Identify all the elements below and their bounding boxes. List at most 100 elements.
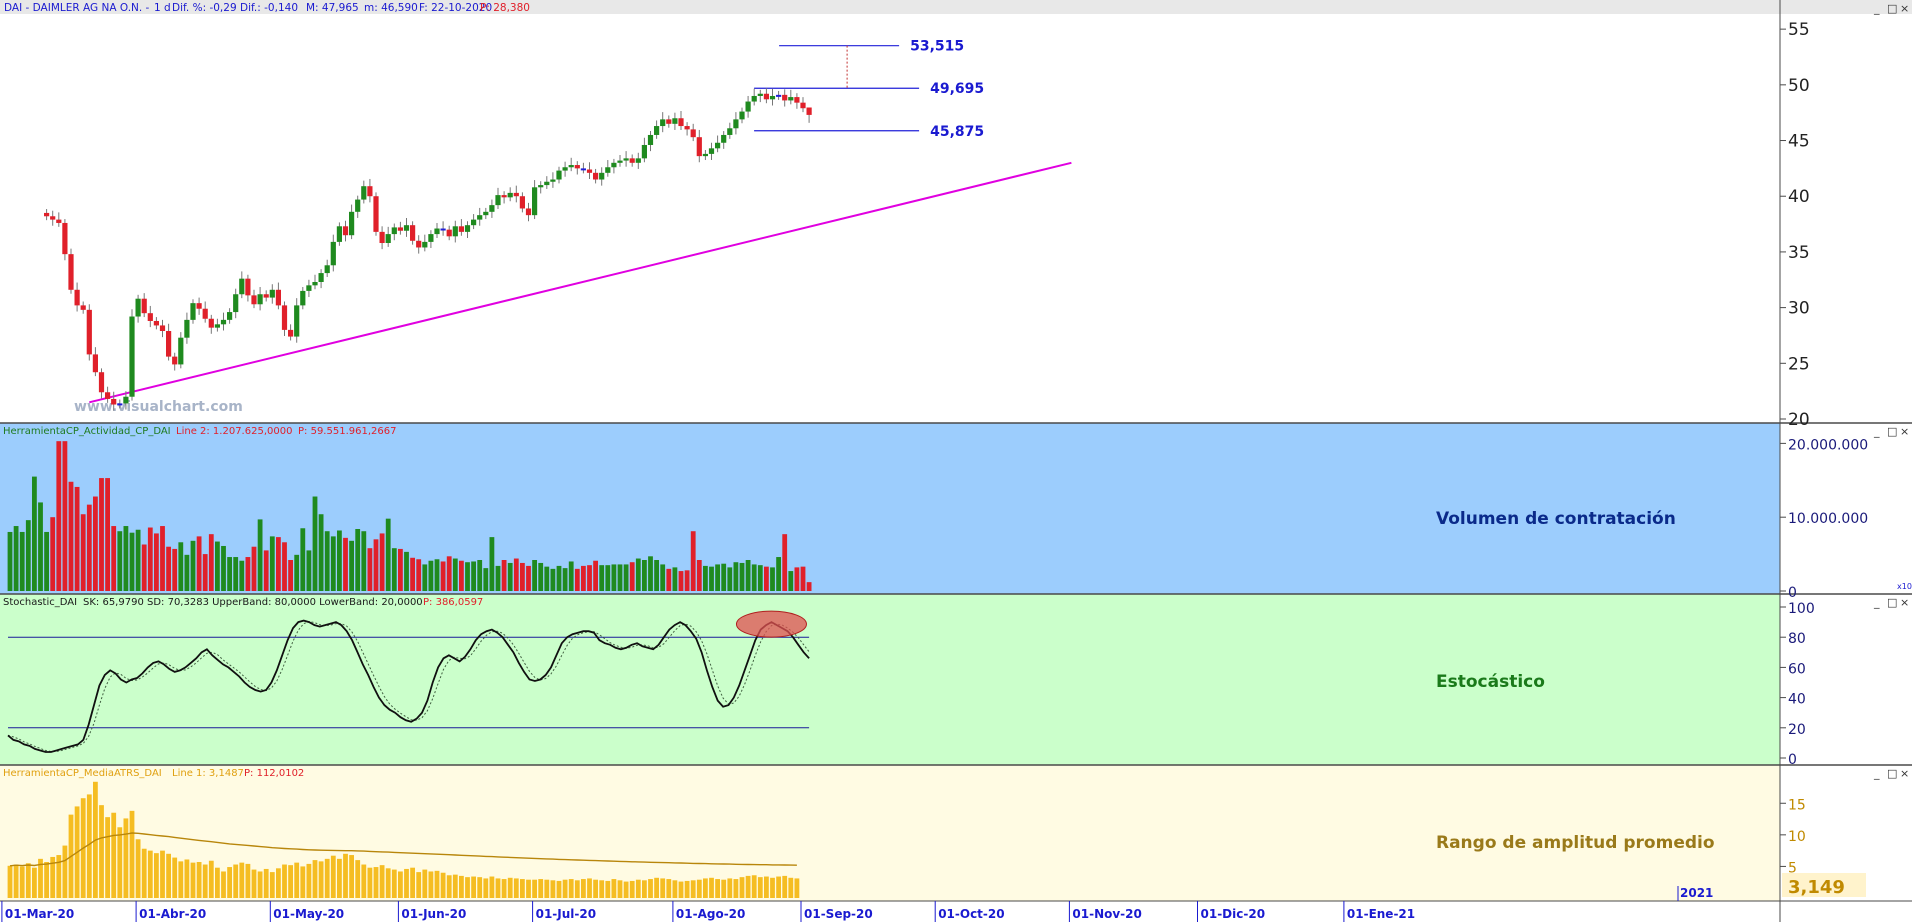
volume-bar: [568, 561, 574, 591]
candle-body: [330, 241, 336, 266]
x-tick-label: 01-Ene-21: [1347, 907, 1415, 921]
atr-bar: [373, 867, 379, 898]
atr-bar: [391, 869, 397, 898]
candle-body: [562, 167, 568, 171]
candle-body: [141, 298, 147, 314]
volume-bar: [251, 546, 257, 591]
window-control-button[interactable]: _: [1873, 767, 1880, 780]
atr-bar: [666, 879, 672, 898]
volume-bar: [324, 531, 330, 591]
atr-bar: [184, 859, 190, 898]
atr-bar: [660, 878, 666, 898]
atr-bar: [337, 858, 342, 898]
volume-bar: [32, 476, 37, 591]
volume-bar: [440, 561, 446, 591]
atr-bar: [611, 879, 617, 898]
atr-bar: [562, 879, 568, 898]
atr-bar: [288, 865, 293, 898]
atr-bar: [605, 880, 611, 898]
candle-body: [92, 354, 98, 373]
candle-body: [422, 241, 428, 248]
window-control-button[interactable]: □: [1887, 596, 1897, 609]
volume-bar: [800, 566, 806, 591]
atr-bar: [465, 877, 470, 898]
window-control-button[interactable]: □: [1887, 767, 1897, 780]
volume-bar: [727, 567, 733, 591]
atr-bar: [782, 875, 788, 898]
window-control-button[interactable]: □: [1887, 2, 1897, 15]
candle-body: [257, 294, 263, 305]
price-header-diff: Dif.: -0,140: [240, 2, 298, 14]
volume-bar: [684, 570, 690, 591]
candle-body: [263, 294, 269, 298]
atr-header-p: P: 112,0102: [244, 768, 304, 779]
atr-bar: [32, 867, 37, 898]
atr-bar: [422, 869, 428, 898]
candle-body: [318, 273, 324, 282]
candle-body: [666, 119, 672, 124]
atr-bar: [62, 845, 68, 898]
candle-body: [489, 205, 495, 212]
volume-bar: [68, 481, 74, 591]
atr-bar: [434, 870, 440, 898]
volume-header-name: HerramientaCP_Actividad_CP_DAI: [3, 426, 171, 437]
volume-bar: [178, 542, 184, 591]
atr-bar: [751, 875, 757, 898]
y-tick-label: 45: [1788, 132, 1810, 152]
volume-bar: [556, 565, 562, 591]
candle-body: [739, 111, 745, 120]
atr-bar: [459, 875, 464, 898]
volume-bar: [202, 554, 208, 591]
window-control-button[interactable]: ×: [1900, 596, 1909, 609]
window-control-button[interactable]: _: [1873, 425, 1880, 438]
candle-body: [788, 97, 794, 101]
atr-bar: [330, 855, 336, 898]
candle-body: [159, 325, 166, 332]
volume-bar: [123, 526, 129, 591]
candle-body: [184, 319, 190, 338]
window-control-button[interactable]: □: [1887, 425, 1897, 438]
candle-body: [147, 313, 153, 321]
candle-body: [324, 265, 330, 274]
candle-body: [275, 289, 281, 306]
candle-body: [74, 289, 80, 306]
volume-bar: [782, 534, 788, 591]
atr-bar: [233, 864, 239, 898]
atr-bar: [477, 877, 483, 898]
x-axis-year-label: 2021: [1680, 886, 1713, 900]
candle-body: [172, 356, 178, 365]
window-control-button[interactable]: _: [1873, 2, 1880, 15]
window-control-button[interactable]: ×: [1900, 2, 1909, 15]
volume-bar: [105, 478, 110, 591]
candle-body: [68, 254, 74, 290]
volume-bar: [349, 540, 354, 591]
window-control-button[interactable]: _: [1873, 596, 1880, 609]
candle-body: [355, 199, 361, 212]
atr-bar: [568, 879, 574, 898]
price-level-label: 45,875: [930, 124, 984, 140]
volume-bar: [788, 571, 794, 591]
candle-body: [751, 95, 757, 102]
volume-bar: [166, 546, 171, 591]
candle-body: [123, 396, 129, 404]
volume-bar: [751, 564, 757, 591]
volume-bar: [483, 568, 489, 591]
candle-body: [300, 290, 306, 306]
atr-bar: [581, 879, 586, 898]
atr-bar: [489, 876, 495, 898]
x-tick-label: 01-Nov-20: [1072, 907, 1141, 921]
volume-bar: [422, 564, 428, 591]
y-tick-label: 50: [1788, 76, 1810, 96]
atr-bar: [208, 860, 214, 898]
candle-body: [269, 289, 275, 298]
candle-body: [690, 129, 696, 138]
candle-body: [794, 97, 800, 103]
candle-body: [678, 118, 684, 127]
candle-body: [623, 158, 629, 161]
volume-bar: [391, 548, 397, 591]
candle-body: [635, 158, 641, 163]
window-control-button[interactable]: ×: [1900, 425, 1909, 438]
window-control-button[interactable]: ×: [1900, 767, 1909, 780]
stochastic-header-p: P: 386,0597: [423, 597, 483, 608]
volume-bar: [416, 559, 422, 591]
